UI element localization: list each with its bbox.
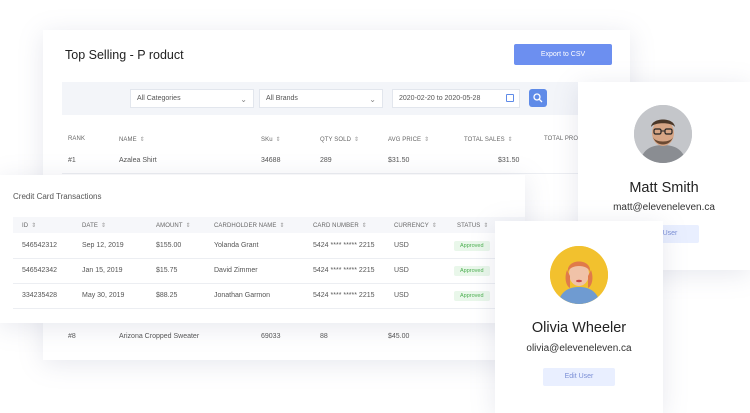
column-header-sku[interactable]: SKu ⇕ — [261, 136, 281, 143]
chevron-down-icon: ⌄ — [369, 95, 376, 104]
cardholder-cell: Yolanda Grant — [214, 242, 259, 249]
sort-icon: ⇕ — [279, 223, 285, 229]
card-number-cell: 5424 **** ***** 2215 — [313, 292, 375, 299]
column-header-card-number[interactable]: CARD NUMBER ⇕ — [313, 222, 367, 229]
status-badge: Approved — [454, 291, 490, 301]
sku-cell: 34688 — [261, 157, 281, 164]
date-cell: Jan 15, 2019 — [82, 267, 123, 274]
credit-card-transactions-card: Credit Card Transactions ID ⇕ DATE ⇕ AMOUN… — [0, 175, 525, 323]
search-button[interactable] — [529, 89, 547, 107]
column-header-status[interactable]: STATUS ⇕ — [457, 222, 489, 229]
date-range-input[interactable]: 2020-02-20 to 2020-05-28 — [392, 89, 520, 108]
table-header: ID ⇕ DATE ⇕ AMOUNT ⇕ CARDHOLDER NAME ⇕ CARD … — [13, 217, 525, 233]
user-card-olivia: Olivia Wheeler olivia@eleveneleven.ca Ed… — [495, 221, 663, 413]
sort-icon: ⇕ — [275, 137, 281, 143]
sort-icon: ⇕ — [483, 223, 489, 229]
rank-cell: #8 — [68, 333, 76, 340]
page-title: Top Selling - P roduct — [65, 48, 184, 62]
sort-icon: ⇕ — [354, 137, 360, 143]
avg-price-cell: $45.00 — [388, 333, 410, 340]
user-name: Olivia Wheeler — [531, 320, 627, 336]
category-select-value: All Categories — [137, 95, 181, 102]
column-header-currency[interactable]: CURRENCY ⇕ — [394, 222, 437, 229]
column-header-qty-sold[interactable]: QTY SOLD ⇕ — [320, 136, 359, 143]
sort-icon: ⇕ — [431, 223, 437, 229]
card-number-cell: 5424 **** ***** 2215 — [313, 267, 375, 274]
id-cell: 334235428 — [22, 292, 58, 299]
filter-bar: All Categories ⌄ All Brands ⌄ 2020-02-20… — [62, 82, 602, 115]
table-row[interactable]: 546542312 Sep 12, 2019 $155.00 Yolanda G… — [13, 234, 525, 259]
currency-cell: USD — [394, 242, 409, 249]
amount-cell: $155.00 — [156, 242, 182, 249]
product-name-cell: Arizona Cropped Sweater — [119, 333, 200, 340]
sort-icon: ⇕ — [424, 137, 430, 143]
sort-icon: ⇕ — [100, 223, 107, 229]
column-header-date[interactable]: DATE ⇕ — [82, 222, 106, 229]
user-name: Matt Smith — [629, 180, 699, 196]
sort-icon: ⇕ — [507, 137, 513, 143]
table-row[interactable]: 334235428 May 30, 2019 $88.25 Jonathan G… — [13, 284, 525, 309]
status-badge: Approved — [454, 241, 490, 251]
user-email: matt@eleveneleven.ca — [613, 202, 715, 213]
chevron-down-icon: ⌄ — [240, 95, 247, 104]
date-cell: May 30, 2019 — [82, 292, 125, 299]
category-select[interactable]: All Categories ⌄ — [130, 89, 254, 108]
avg-price-cell: $31.50 — [388, 157, 410, 164]
user-email: olivia@eleveneleven.ca — [526, 343, 632, 354]
card-title: Credit Card Transactions — [13, 192, 102, 201]
cardholder-cell: David Zimmer — [214, 267, 258, 274]
column-header-id[interactable]: ID ⇕ — [22, 222, 36, 229]
amount-cell: $88.25 — [156, 292, 178, 299]
row-divider — [62, 173, 602, 174]
sort-icon: ⇕ — [185, 223, 191, 229]
column-header-name[interactable]: NAME ⇕ — [119, 136, 145, 143]
currency-cell: USD — [394, 267, 409, 274]
status-badge: Approved — [454, 266, 490, 276]
avatar — [634, 105, 692, 163]
column-header-total-sales[interactable]: TOTAL SALES ⇕ — [464, 136, 513, 143]
product-name-cell: Azalea Shirt — [119, 157, 157, 164]
brand-select[interactable]: All Brands ⌄ — [259, 89, 383, 108]
calendar-icon — [506, 94, 514, 102]
id-cell: 546542312 — [22, 242, 58, 249]
currency-cell: USD — [394, 292, 409, 299]
sku-cell: 69033 — [261, 333, 281, 340]
column-header-avg-price[interactable]: AVG PRICE ⇕ — [388, 136, 429, 143]
date-range-value: 2020-02-20 to 2020-05-28 — [399, 95, 481, 102]
column-header-rank[interactable]: RANK — [68, 136, 85, 142]
search-icon — [533, 93, 543, 103]
amount-cell: $15.75 — [156, 267, 178, 274]
sort-icon: ⇕ — [361, 223, 367, 229]
column-header-amount[interactable]: AMOUNT ⇕ — [156, 222, 191, 229]
sort-icon: ⇕ — [139, 137, 145, 143]
avatar — [550, 246, 608, 304]
brand-select-value: All Brands — [266, 95, 298, 102]
total-sales-cell: $31.50 — [498, 157, 520, 164]
edit-user-button[interactable]: Edit User — [543, 368, 615, 386]
sort-icon: ⇕ — [31, 223, 37, 229]
card-number-cell: 5424 **** ***** 2215 — [313, 242, 375, 249]
rank-cell: #1 — [68, 157, 76, 164]
qty-cell: 88 — [320, 333, 328, 340]
qty-cell: 289 — [320, 157, 332, 164]
export-csv-button[interactable]: Export to CSV — [514, 44, 612, 65]
date-cell: Sep 12, 2019 — [82, 242, 124, 249]
cardholder-cell: Jonathan Garmon — [214, 292, 271, 299]
column-header-cardholder-name[interactable]: CARDHOLDER NAME ⇕ — [214, 222, 285, 229]
column-header-total-profit[interactable]: TOTAL PRO — [544, 136, 578, 142]
table-row[interactable]: 546542342 Jan 15, 2019 $15.75 David Zimm… — [13, 259, 525, 284]
id-cell: 546542342 — [22, 267, 58, 274]
